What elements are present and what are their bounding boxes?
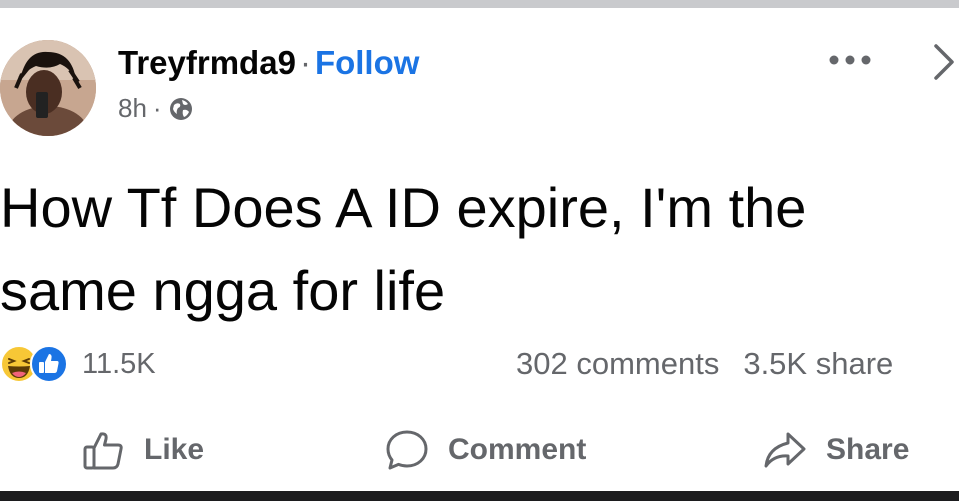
comment-button[interactable]: Comment <box>384 428 586 472</box>
shares-count[interactable]: 3.5K share <box>743 346 893 381</box>
comment-bubble-icon <box>386 430 428 470</box>
thumbs-up-icon <box>83 432 123 470</box>
chevron-right-icon[interactable] <box>928 42 959 82</box>
post-time[interactable]: 8h <box>118 93 147 124</box>
follow-button[interactable]: Follow <box>315 44 419 81</box>
post-meta: 8h · <box>118 93 194 124</box>
meta-separator: · <box>152 93 162 123</box>
author-name[interactable]: Treyfrmda9 <box>118 44 296 81</box>
name-separator: · <box>299 44 311 81</box>
globe-icon[interactable] <box>168 96 194 122</box>
comment-label: Comment <box>448 433 587 466</box>
reaction-count: 11.5K <box>82 347 156 380</box>
like-label: Like <box>144 433 205 466</box>
post-card: Treyfrmda9 · Follow 8h · How Tf Does A ID … <box>0 0 959 501</box>
more-options-icon[interactable] <box>824 48 876 72</box>
post-body: How Tf Does A ID expire, I'm the same ng… <box>0 176 807 322</box>
engagement-stats: 302 comments 3.5K share <box>516 346 893 382</box>
like-reaction-icon <box>30 345 68 383</box>
top-divider <box>0 0 959 8</box>
comments-count[interactable]: 302 comments <box>516 346 719 381</box>
author-row: Treyfrmda9 · Follow <box>118 44 419 82</box>
share-arrow-icon <box>764 432 806 468</box>
bottom-divider <box>0 491 959 501</box>
avatar-image <box>0 40 96 136</box>
reactions-summary[interactable]: 11.5K <box>0 345 156 383</box>
share-label: Share <box>826 433 910 466</box>
share-button[interactable]: Share <box>762 428 909 472</box>
avatar[interactable] <box>0 40 96 136</box>
like-button[interactable]: Like <box>82 428 204 472</box>
